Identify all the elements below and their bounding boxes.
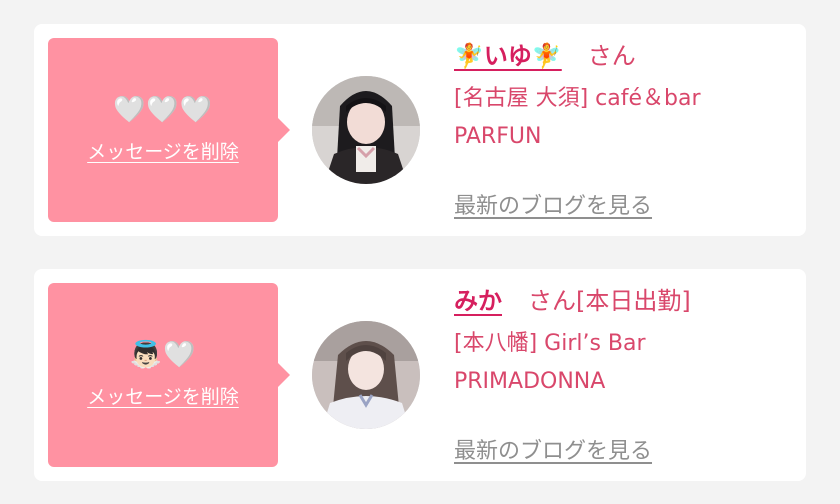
sender-info: 🧚いゆ🧚 さん [名古屋 大須] café＆bar PARFUN 最新のブログを見…	[454, 38, 794, 219]
shop-line-2: PRIMADONNA	[454, 369, 606, 394]
name-line: 🧚いゆ🧚 さん	[454, 38, 794, 74]
delete-message-link[interactable]: メッセージを削除	[87, 137, 239, 164]
message-preview-box[interactable]: 👼🏻🤍 メッセージを削除	[48, 283, 290, 467]
message-emoji: 🤍🤍🤍	[112, 94, 214, 125]
delete-message-link[interactable]: メッセージを削除	[87, 382, 239, 409]
latest-blog-link[interactable]: 最新のブログを見る	[454, 188, 652, 220]
shop-line-1: [名古屋 大須] café＆bar	[454, 86, 701, 111]
message-preview-box[interactable]: 🤍🤍🤍 メッセージを削除	[48, 38, 290, 222]
sender-info: みか さん[本日出勤] [本八幡] Girl’s Bar PRIMADONNA 最…	[454, 283, 794, 464]
name-suffix: さん[本日出勤]	[528, 287, 691, 315]
shop-info: [名古屋 大須] café＆bar PARFUN	[454, 80, 794, 156]
message-card-1: 🤍🤍🤍 メッセージを削除 🧚いゆ🧚 さん [名古屋 大須] café＆bar PA…	[34, 24, 806, 236]
message-card-2: 👼🏻🤍 メッセージを削除 みか さん[本日出勤] [本八幡] Girl’s Bar…	[34, 269, 806, 481]
sender-name-link[interactable]: 🧚いゆ🧚	[454, 42, 562, 70]
shop-info: [本八幡] Girl’s Bar PRIMADONNA	[454, 325, 794, 401]
avatar[interactable]	[312, 321, 420, 429]
sender-name-link[interactable]: みか	[454, 287, 502, 315]
shop-line-1: [本八幡] Girl’s Bar	[454, 331, 646, 356]
name-line: みか さん[本日出勤]	[454, 283, 794, 319]
latest-blog-link[interactable]: 最新のブログを見る	[454, 433, 652, 465]
name-suffix: さん	[587, 42, 636, 70]
message-emoji: 👼🏻🤍	[129, 339, 197, 370]
shop-line-2: PARFUN	[454, 124, 542, 149]
avatar[interactable]	[312, 76, 420, 184]
